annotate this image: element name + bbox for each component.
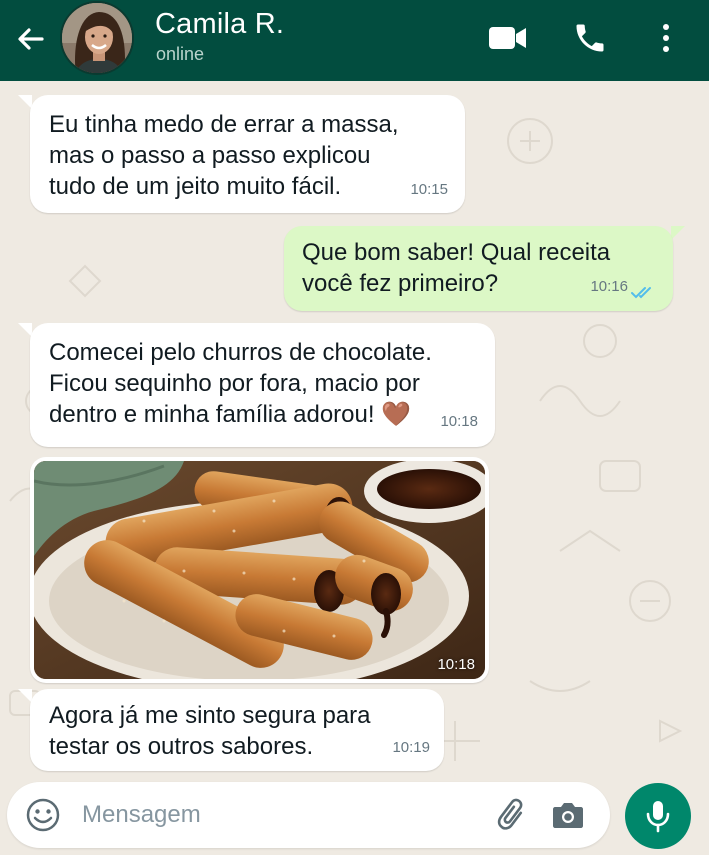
avatar-photo bbox=[62, 3, 132, 73]
message-time: 10:16 bbox=[590, 278, 628, 295]
phone-icon bbox=[576, 24, 604, 52]
video-camera-icon bbox=[489, 27, 526, 49]
image-message[interactable]: 10:18 bbox=[30, 457, 489, 683]
camera-button[interactable] bbox=[552, 800, 584, 830]
camera-icon bbox=[553, 803, 583, 828]
bubble-tail bbox=[671, 226, 685, 240]
video-call-button[interactable] bbox=[487, 23, 529, 53]
churros-image bbox=[34, 461, 485, 679]
message-time: 10:18 bbox=[440, 413, 478, 430]
message-time: 10:19 bbox=[392, 739, 430, 756]
message-text: Comecei pelo churros de chocolate. Ficou… bbox=[49, 339, 432, 428]
arrow-left-icon bbox=[18, 28, 44, 50]
incoming-message[interactable]: Comecei pelo churros de chocolate. Ficou… bbox=[30, 323, 495, 447]
chat-area[interactable]: Eu tinha medo de errar a massa, mas o pa… bbox=[0, 81, 709, 781]
attach-button[interactable] bbox=[497, 798, 529, 832]
read-receipt-icon bbox=[631, 287, 651, 299]
outgoing-message[interactable]: Que bom saber! Qual receita você fez pri… bbox=[284, 226, 673, 311]
incoming-message[interactable]: Eu tinha medo de errar a massa, mas o pa… bbox=[30, 95, 465, 213]
emoji-button[interactable] bbox=[25, 797, 61, 833]
message-composer bbox=[7, 782, 610, 848]
contact-status: online bbox=[156, 44, 205, 64]
message-text: Eu tinha medo de errar a massa, mas o pa… bbox=[49, 111, 399, 200]
voice-message-button[interactable] bbox=[625, 783, 691, 849]
message-input[interactable] bbox=[82, 796, 482, 834]
message-text: Agora já me sinto segura para testar os … bbox=[49, 702, 371, 760]
churros-photo[interactable]: 10:18 bbox=[34, 461, 485, 679]
more-vertical-icon bbox=[663, 24, 669, 52]
microphone-icon bbox=[646, 801, 670, 833]
back-button[interactable] bbox=[14, 22, 48, 56]
message-time: 10:18 bbox=[437, 656, 475, 673]
chat-header: Camila R. online bbox=[0, 0, 709, 81]
more-options-button[interactable] bbox=[652, 18, 680, 58]
voice-call-button[interactable] bbox=[570, 18, 610, 58]
paperclip-icon bbox=[497, 798, 523, 830]
smiley-icon bbox=[26, 798, 60, 832]
incoming-message[interactable]: Agora já me sinto segura para testar os … bbox=[30, 689, 444, 771]
message-time: 10:15 bbox=[410, 181, 448, 198]
message-text: Que bom saber! Qual receita você fez pri… bbox=[302, 239, 611, 297]
avatar[interactable] bbox=[60, 1, 134, 75]
contact-name[interactable]: Camila R. bbox=[155, 8, 284, 41]
